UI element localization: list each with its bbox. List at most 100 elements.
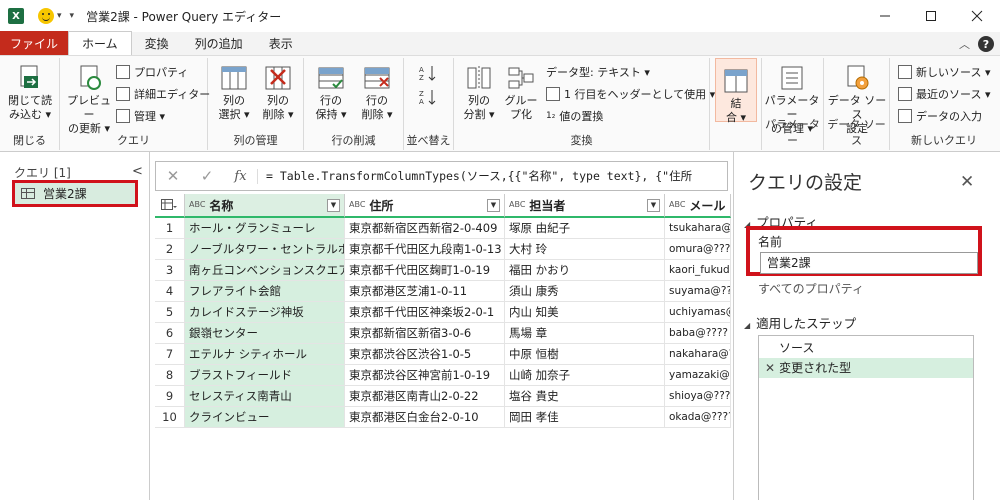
table-menu-button[interactable] bbox=[155, 194, 185, 218]
query-item-eigyo2ka[interactable]: 営業2課 bbox=[12, 180, 138, 207]
table-cell[interactable]: tsukahara@???? bbox=[665, 218, 731, 239]
step-changed-type[interactable]: ✕ 変更された型 bbox=[759, 358, 973, 378]
filter-dropdown-icon[interactable]: ▼ bbox=[487, 199, 500, 212]
cancel-formula-button[interactable]: ✕ bbox=[156, 167, 190, 185]
table-cell[interactable]: ノーブルタワー・セントラルホ… bbox=[185, 239, 345, 260]
table-cell[interactable]: ホール・グランミューレ bbox=[185, 218, 345, 239]
smiley-feedback-icon[interactable] bbox=[38, 8, 54, 24]
table-cell[interactable]: 東京都新宿区新宿3-0-6 bbox=[345, 323, 505, 344]
table-cell[interactable]: エテルナ シティホール bbox=[185, 344, 345, 365]
table-cell[interactable]: uchiyamas@ bbox=[665, 302, 731, 323]
table-cell[interactable]: 東京都渋谷区渋谷1-0-5 bbox=[345, 344, 505, 365]
help-icon[interactable]: ? bbox=[978, 36, 994, 52]
replace-values-button[interactable]: 1₂ 値の置換 bbox=[546, 108, 603, 124]
table-cell[interactable]: 東京都千代田区九段南1-0-13 bbox=[345, 239, 505, 260]
minimize-button[interactable] bbox=[862, 0, 908, 32]
table-row[interactable]: 7 エテルナ シティホール 東京都渋谷区渋谷1-0-5 中原 恒樹 nakahara@? bbox=[155, 344, 731, 365]
tab-file[interactable]: ファイル bbox=[0, 31, 69, 55]
table-cell[interactable]: 山崎 加奈子 bbox=[505, 365, 665, 386]
table-row[interactable]: 8 ブラストフィールド 東京都渋谷区神宮前1-0-19 山崎 加奈子 yamazaki@… bbox=[155, 365, 731, 386]
step-source[interactable]: ソース bbox=[759, 338, 973, 358]
table-cell[interactable]: kaori_fukuda bbox=[665, 260, 731, 281]
formula-input[interactable]: = Table.TransformColumnTypes(ソース,{{"名称",… bbox=[258, 168, 692, 184]
maximize-button[interactable] bbox=[908, 0, 954, 32]
all-properties-link[interactable]: すべてのプロパティ bbox=[758, 280, 864, 297]
table-cell[interactable]: セレスティス南青山 bbox=[185, 386, 345, 407]
column-header-name[interactable]: ABC 名称 ▼ bbox=[185, 194, 345, 218]
table-cell[interactable]: 東京都港区芝浦1-0-11 bbox=[345, 281, 505, 302]
table-cell[interactable]: okada@???? bbox=[665, 407, 731, 428]
commit-formula-button[interactable]: ✓ bbox=[190, 167, 224, 185]
split-column-button[interactable]: 列の 分割 ▾ bbox=[460, 64, 498, 122]
table-cell[interactable]: 東京都港区南青山2-0-22 bbox=[345, 386, 505, 407]
table-cell[interactable]: カレイドステージ神坂 bbox=[185, 302, 345, 323]
properties-button[interactable]: プロパティ bbox=[116, 64, 188, 80]
table-cell[interactable]: クラインビュー bbox=[185, 407, 345, 428]
table-cell[interactable]: 東京都千代田区麹町1-0-19 bbox=[345, 260, 505, 281]
manage-button[interactable]: 管理 ▾ bbox=[116, 108, 165, 124]
qat-customize-icon[interactable]: ▾ bbox=[70, 11, 75, 21]
table-cell[interactable]: shioya@???? bbox=[665, 386, 731, 407]
table-cell[interactable]: ブラストフィールド bbox=[185, 365, 345, 386]
table-cell[interactable]: 大村 玲 bbox=[505, 239, 665, 260]
collapse-ribbon-icon[interactable]: ︿ bbox=[959, 36, 970, 52]
table-cell[interactable]: 須山 康秀 bbox=[505, 281, 665, 302]
table-cell[interactable]: 東京都新宿区西新宿2-0-409 bbox=[345, 218, 505, 239]
table-cell[interactable]: baba@???? bbox=[665, 323, 731, 344]
delete-step-icon[interactable]: ✕ bbox=[765, 361, 775, 375]
table-row[interactable]: 9 セレスティス南青山 東京都港区南青山2-0-22 塩谷 貴史 shioya@???? bbox=[155, 386, 731, 407]
filter-dropdown-icon[interactable]: ▼ bbox=[327, 199, 340, 212]
data-type-dropdown[interactable]: データ型: テキスト ▾ bbox=[546, 64, 650, 80]
remove-rows-button[interactable]: 行の 削除 ▾ bbox=[356, 64, 398, 122]
column-header-address[interactable]: ABC 住所 ▼ bbox=[345, 194, 505, 218]
tab-home[interactable]: ホーム bbox=[68, 31, 132, 55]
table-cell[interactable]: 東京都港区白金台2-0-10 bbox=[345, 407, 505, 428]
table-row[interactable]: 2 ノーブルタワー・セントラルホ… 東京都千代田区九段南1-0-13 大村 玲 omur… bbox=[155, 239, 731, 260]
table-row[interactable]: 1 ホール・グランミューレ 東京都新宿区西新宿2-0-409 塚原 由紀子 tsukah… bbox=[155, 218, 731, 239]
sort-descending-button[interactable]: ZA bbox=[418, 88, 438, 106]
preview-refresh-button[interactable]: プレビュー の更新 ▾ bbox=[64, 64, 114, 136]
insert-function-button[interactable]: fx bbox=[224, 168, 258, 184]
table-row[interactable]: 4フレアライト会館東京都港区芝浦1-0-11須山 康秀suyama@???? bbox=[155, 281, 731, 302]
table-cell[interactable]: suyama@???? bbox=[665, 281, 731, 302]
table-cell[interactable]: omura@???? bbox=[665, 239, 731, 260]
close-settings-button[interactable]: ✕ bbox=[960, 172, 974, 192]
table-cell[interactable]: 岡田 孝佳 bbox=[505, 407, 665, 428]
group-by-button[interactable]: グルー プ化 bbox=[502, 64, 540, 122]
table-cell[interactable]: 南ヶ丘コンベンションスクエア bbox=[185, 260, 345, 281]
sort-ascending-button[interactable]: AZ bbox=[418, 64, 438, 82]
collapse-queries-icon[interactable]: < bbox=[132, 164, 143, 179]
table-row[interactable]: 6 銀嶺センター 東京都新宿区新宿3-0-6 馬場 章 baba@???? bbox=[155, 323, 731, 344]
keep-rows-button[interactable]: 行の 保持 ▾ bbox=[310, 64, 352, 122]
table-cell[interactable]: 中原 恒樹 bbox=[505, 344, 665, 365]
filter-dropdown-icon[interactable]: ▼ bbox=[647, 199, 660, 212]
table-cell[interactable]: nakahara@? bbox=[665, 344, 731, 365]
table-row[interactable]: 5 カレイドステージ神坂 東京都千代田区神楽坂2-0-1 内山 知美 uchiyamas… bbox=[155, 302, 731, 323]
table-row[interactable]: 10 クラインビュー 東京都港区白金台2-0-10 岡田 孝佳 okada@???? bbox=[155, 407, 731, 428]
table-cell[interactable]: 塚原 由紀子 bbox=[505, 218, 665, 239]
table-cell[interactable]: 東京都渋谷区神宮前1-0-19 bbox=[345, 365, 505, 386]
tab-add-column[interactable]: 列の追加 bbox=[182, 31, 256, 55]
applied-steps-section[interactable]: ◢ 適用したステップ bbox=[744, 313, 856, 332]
table-cell[interactable]: 塩谷 貴史 bbox=[505, 386, 665, 407]
column-header-email[interactable]: ABC メール bbox=[665, 194, 731, 218]
table-cell[interactable]: 福田 かおり bbox=[505, 260, 665, 281]
tab-view[interactable]: 表示 bbox=[256, 31, 306, 55]
table-cell[interactable]: 内山 知美 bbox=[505, 302, 665, 323]
close-load-button[interactable]: 閉じて読 み込む ▾ bbox=[6, 64, 54, 122]
qat-dropdown-icon[interactable]: ▾ bbox=[57, 11, 62, 21]
close-window-button[interactable] bbox=[954, 0, 1000, 32]
remove-columns-button[interactable]: 列の 削除 ▾ bbox=[258, 64, 298, 122]
table-cell[interactable]: 銀嶺センター bbox=[185, 323, 345, 344]
combine-button[interactable]: 結 合 ▾ bbox=[715, 58, 757, 124]
choose-columns-button[interactable]: 列の 選択 ▾ bbox=[214, 64, 254, 122]
column-header-person[interactable]: ABC 担当者 ▼ bbox=[505, 194, 665, 218]
table-cell[interactable]: フレアライト会館 bbox=[185, 281, 345, 302]
use-first-row-header-button[interactable]: 1 行目をヘッダーとして使用 ▾ bbox=[546, 86, 715, 102]
query-name-input[interactable]: 営業2課 bbox=[760, 252, 978, 274]
tab-transform[interactable]: 変換 bbox=[132, 31, 182, 55]
table-cell[interactable]: yamazaki@? bbox=[665, 365, 731, 386]
table-row[interactable]: 3 南ヶ丘コンベンションスクエア 東京都千代田区麹町1-0-19 福田 かおり kaor… bbox=[155, 260, 731, 281]
table-cell[interactable]: 東京都千代田区神楽坂2-0-1 bbox=[345, 302, 505, 323]
table-cell[interactable]: 馬場 章 bbox=[505, 323, 665, 344]
